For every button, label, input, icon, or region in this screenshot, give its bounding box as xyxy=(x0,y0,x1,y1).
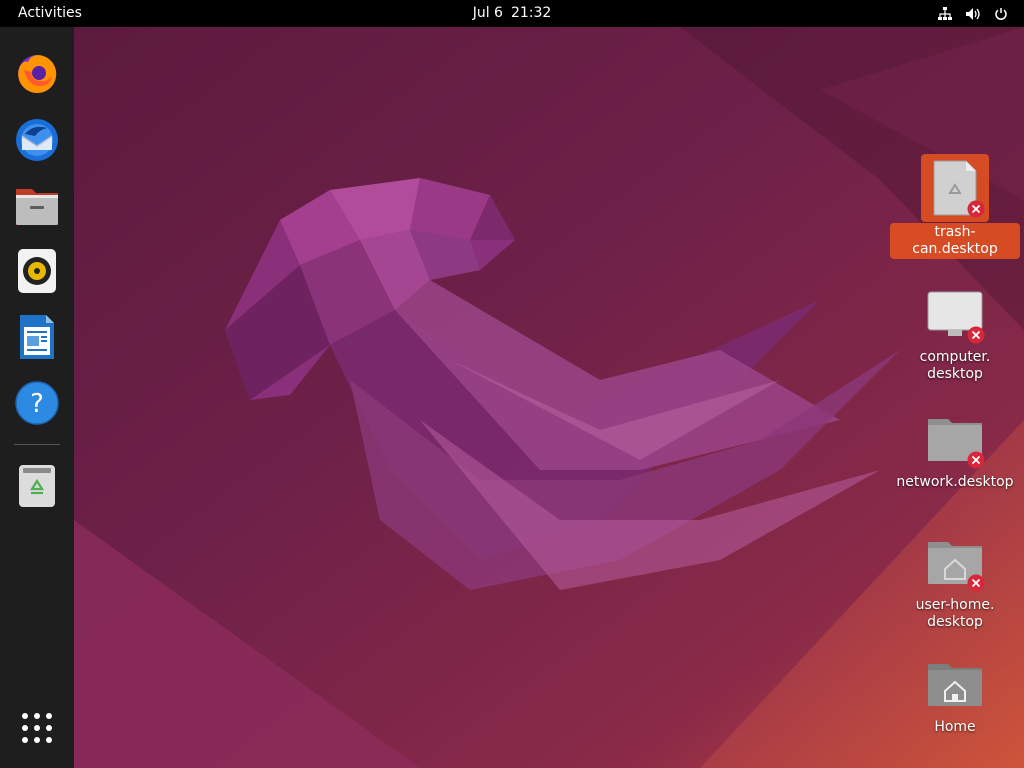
trash-icon xyxy=(19,465,55,507)
libreoffice-writer-icon xyxy=(20,315,54,359)
system-tray[interactable] xyxy=(936,0,1010,27)
desktop-wallpaper xyxy=(0,0,1024,768)
desktop-icon-image xyxy=(921,154,989,222)
desktop-icon-image xyxy=(921,528,989,596)
top-bar: Activities Jul 6 21:32 xyxy=(0,0,1024,27)
desktop-icon-label: computer. desktop xyxy=(919,349,991,382)
desktop-icon-label: Home xyxy=(934,719,976,735)
desktop-icon-label: network.desktop xyxy=(896,474,1014,490)
power-icon[interactable] xyxy=(992,5,1010,23)
network-wired-icon[interactable] xyxy=(936,5,954,23)
broken-file-badge-icon xyxy=(967,200,985,218)
firefox-icon xyxy=(18,54,57,93)
dock-item-firefox[interactable] xyxy=(11,47,63,99)
dock-item-trash[interactable] xyxy=(11,460,63,512)
clock-time: 21:32 xyxy=(510,5,552,21)
dock-item-thunderbird[interactable] xyxy=(11,114,63,166)
dock: ? xyxy=(0,27,74,768)
speaker-icon[interactable] xyxy=(964,5,982,23)
clock-date: Jul 6 xyxy=(472,5,503,21)
desktop-icon-image xyxy=(921,280,989,348)
desktop-icon-label: trash-can.desktop xyxy=(890,223,1020,259)
desktop-icon-image xyxy=(921,405,989,473)
svg-text:?: ? xyxy=(30,389,44,419)
desktop-icon-label: user-home. desktop xyxy=(915,597,995,630)
rhythmbox-icon xyxy=(18,249,56,293)
date-time-button[interactable]: Jul 6 21:32 xyxy=(465,5,560,21)
desktop-icon-trash-can[interactable]: trash-can.desktop xyxy=(890,154,1020,259)
desktop-icon-home[interactable]: Home xyxy=(890,650,1020,737)
dock-item-libreoffice-writer[interactable] xyxy=(11,311,63,363)
activities-button[interactable]: Activities xyxy=(18,0,82,27)
broken-file-badge-icon xyxy=(967,326,985,344)
dock-item-help[interactable]: ? xyxy=(11,377,63,429)
files-icon xyxy=(16,189,58,225)
broken-file-badge-icon xyxy=(967,451,985,469)
dock-separator xyxy=(14,444,60,445)
desktop-icon-computer[interactable]: computer. desktop xyxy=(890,280,1020,384)
show-applications-button[interactable] xyxy=(11,702,63,754)
desktop-icon-user-home[interactable]: user-home. desktop xyxy=(890,528,1020,632)
help-icon: ? xyxy=(15,381,59,425)
desktop-icon-image xyxy=(921,650,989,718)
thunderbird-icon xyxy=(16,119,58,161)
desktop-icon-network[interactable]: network.desktop xyxy=(890,405,1020,492)
home-folder-icon xyxy=(928,664,982,706)
clock: Jul 6 21:32 xyxy=(0,0,1024,27)
dock-item-rhythmbox[interactable] xyxy=(11,245,63,297)
dock-item-files[interactable] xyxy=(11,180,63,232)
broken-file-badge-icon xyxy=(967,574,985,592)
app-grid-icon xyxy=(22,713,52,743)
